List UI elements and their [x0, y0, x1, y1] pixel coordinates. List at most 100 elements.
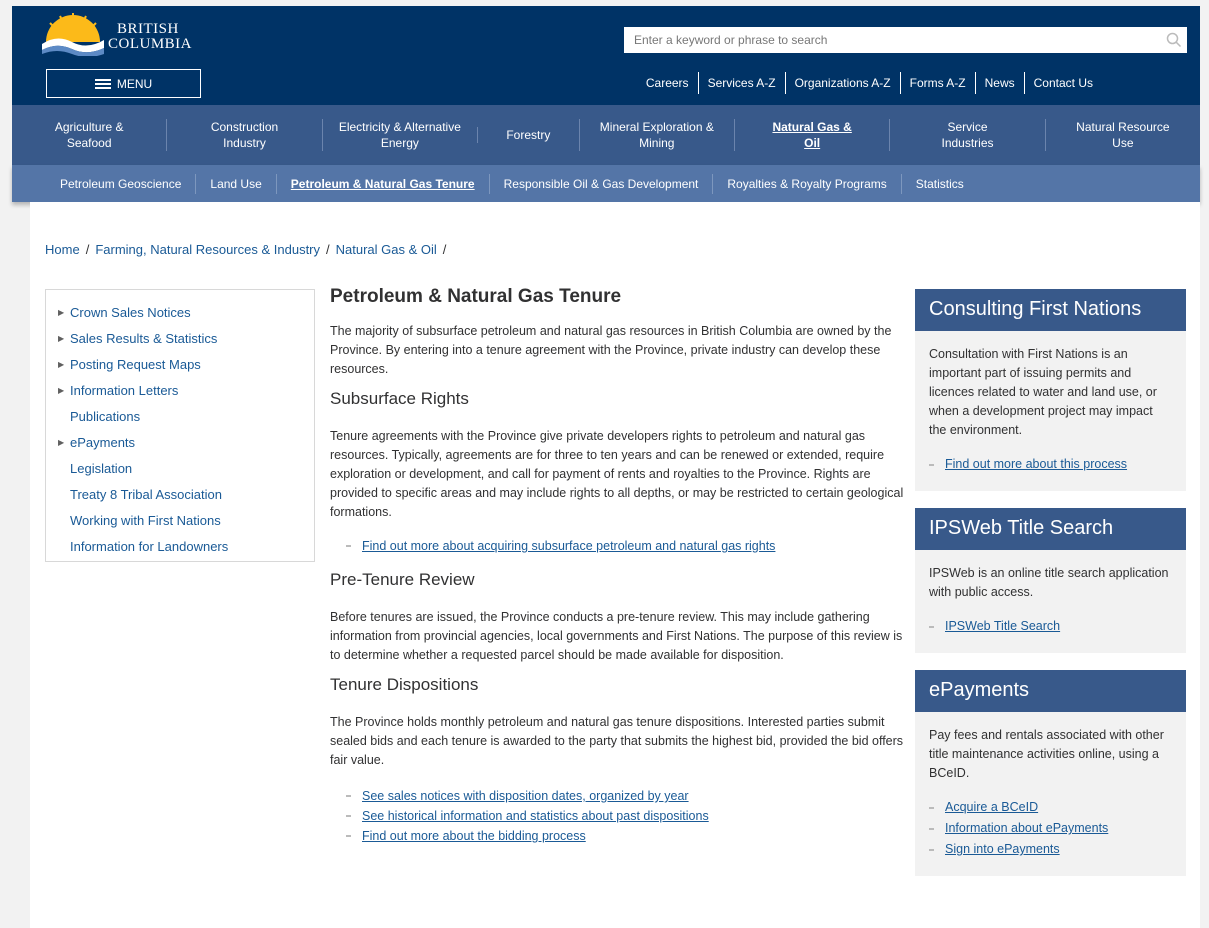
subnav-royalties[interactable]: Royalties & Royalty Programs: [712, 173, 900, 194]
sidenav-item-posting-maps[interactable]: ▶ Posting Request Maps: [58, 352, 314, 378]
sidenav-label: Working with First Nations: [70, 513, 221, 528]
nav-item-mineral[interactable]: Mineral Exploration & Mining: [578, 119, 734, 151]
logo-text: BRITISH COLUMBIA: [108, 22, 192, 52]
secondary-nav: Petroleum Geoscience Land Use Petroleum …: [12, 165, 1200, 202]
nav-item-construction[interactable]: Construction Industry: [166, 119, 321, 151]
link-acquire-bceid[interactable]: Acquire a BCeID: [929, 797, 1172, 818]
nav-item-agriculture[interactable]: Agriculture & Seafood: [12, 119, 166, 151]
top-link-careers[interactable]: Careers: [637, 72, 698, 94]
search-icon[interactable]: [1161, 28, 1187, 52]
link-text: Find out more about this process: [945, 457, 1128, 471]
primary-nav: Agriculture & Seafood Construction Industr…: [12, 105, 1200, 165]
bullet-icon: [346, 835, 351, 837]
link-epayments-info[interactable]: Information about ePayments: [929, 818, 1172, 839]
page-title: Petroleum & Natural Gas Tenure: [330, 286, 622, 307]
triangle-right-icon: ▶: [58, 438, 65, 447]
card-links: Acquire a BCeID Information about ePayme…: [929, 797, 1172, 860]
sidenav-label: Posting Request Maps: [70, 357, 201, 372]
nav-label: Industry: [223, 136, 266, 150]
nav-item-electricity[interactable]: Electricity & Alternative Energy: [321, 119, 477, 151]
card-links: Find out more about this process: [929, 454, 1172, 475]
link-sign-in-epayments[interactable]: Sign into ePayments: [929, 839, 1172, 860]
bullet-icon: [346, 795, 351, 797]
link-consulting-process[interactable]: Find out more about this process: [929, 454, 1172, 475]
breadcrumb-natural-gas[interactable]: Natural Gas & Oil: [336, 242, 437, 257]
top-link-forms[interactable]: Forms A-Z: [899, 72, 975, 94]
nav-label: Construction: [210, 120, 279, 134]
bc-sun-icon: [42, 13, 104, 56]
link-ipsweb[interactable]: IPSWeb Title Search: [929, 616, 1172, 637]
bullet-icon: [346, 545, 351, 547]
card-ipsweb: IPSWeb Title Search IPSWeb is an online …: [915, 508, 1186, 653]
nav-item-natural-gas[interactable]: Natural Gas & Oil: [733, 119, 889, 151]
breadcrumb-home[interactable]: Home: [45, 242, 80, 257]
nav-label: Oil: [804, 136, 821, 150]
breadcrumb: Home / Farming, Natural Resources & Indust…: [45, 242, 452, 257]
nav-label: Service: [947, 120, 988, 134]
triangle-right-icon: ▶: [58, 386, 65, 395]
link-sales-notices[interactable]: See sales notices with disposition dates…: [346, 786, 905, 806]
search-input[interactable]: [624, 28, 1161, 52]
card-epayments: ePayments Pay fees and rentals associate…: [915, 670, 1186, 876]
bullet-icon: [929, 848, 934, 851]
nav-item-natural-resource[interactable]: Natural Resource Use: [1044, 119, 1200, 151]
sidenav-item-treaty-8[interactable]: Treaty 8 Tribal Association: [58, 482, 314, 508]
dispositions-paragraph: The Province holds monthly petroleum and…: [330, 715, 904, 767]
nav-label: Use: [1112, 136, 1134, 150]
dispositions-links: See sales notices with disposition dates…: [346, 786, 905, 846]
subnav-tenure[interactable]: Petroleum & Natural Gas Tenure: [275, 173, 489, 194]
subnav-petroleum-geoscience[interactable]: Petroleum Geoscience: [48, 174, 195, 194]
nav-label: Industries: [941, 136, 994, 150]
hamburger-icon: [94, 78, 111, 89]
nav-label: Electricity & Alternative: [338, 120, 461, 134]
nav-label: Natural Gas &: [772, 120, 852, 134]
bc-logo[interactable]: BRITISH COLUMBIA: [42, 12, 202, 58]
link-text: See historical information and statistic…: [362, 809, 709, 823]
nav-label: Agriculture &: [54, 120, 124, 134]
top-link-news[interactable]: News: [974, 72, 1024, 94]
card-text: Consultation with First Nations is an im…: [929, 347, 1157, 437]
card-body: Consultation with First Nations is an im…: [915, 331, 1186, 491]
card-text: Pay fees and rentals associated with oth…: [929, 728, 1164, 780]
site-header: BRITISH COLUMBIA MENU Careers Services A…: [12, 6, 1200, 105]
link-historical-info[interactable]: See historical information and statistic…: [346, 806, 905, 826]
card-title: ePayments: [915, 670, 1186, 712]
pre-tenure-paragraph: Before tenures are issued, the Province …: [330, 610, 903, 662]
logo-line-2: COLUMBIA: [108, 36, 193, 52]
sidenav-item-legislation[interactable]: Legislation: [58, 456, 314, 482]
sidenav-label: Crown Sales Notices: [70, 305, 191, 320]
subnav-statistics[interactable]: Statistics: [900, 173, 978, 194]
nav-item-forestry[interactable]: Forestry: [477, 127, 579, 143]
sidenav-item-crown-sales[interactable]: ▶ Crown Sales Notices: [58, 300, 314, 326]
bullet-icon: [929, 625, 934, 628]
breadcrumb-separator: /: [85, 242, 90, 257]
sidenav-item-first-nations[interactable]: Working with First Nations: [58, 508, 314, 534]
sidenav-item-sales-results[interactable]: ▶ Sales Results & Statistics: [58, 326, 314, 352]
link-bidding-process[interactable]: Find out more about the bidding process: [346, 826, 905, 846]
top-link-services[interactable]: Services A-Z: [697, 72, 785, 94]
bullet-icon: [929, 827, 934, 830]
sidenav-item-epayments[interactable]: ▶ ePayments: [58, 430, 314, 456]
nav-label: Energy: [380, 136, 419, 150]
sidenav-item-landowners[interactable]: Information for Landowners: [58, 534, 314, 560]
sidenav-item-info-letters[interactable]: ▶ Information Letters: [58, 378, 314, 404]
subnav-responsible-development[interactable]: Responsible Oil & Gas Development: [488, 173, 713, 194]
card-consulting: Consulting First Nations Consultation wi…: [915, 289, 1186, 491]
link-text: Find out more about acquiring subsurface…: [362, 539, 776, 553]
nav-item-service[interactable]: Service Industries: [889, 119, 1044, 151]
breadcrumb-farming[interactable]: Farming, Natural Resources & Industry: [95, 242, 320, 257]
sidenav-item-publications[interactable]: Publications: [58, 404, 314, 430]
link-text: Sign into ePayments: [945, 842, 1060, 856]
link-text: Find out more about the bidding process: [362, 829, 586, 843]
main-content: Petroleum & Natural Gas Tenure The major…: [330, 286, 905, 860]
menu-button[interactable]: MENU: [46, 69, 201, 98]
top-link-organizations[interactable]: Organizations A-Z: [784, 72, 900, 94]
card-text: IPSWeb is an online title search applica…: [929, 566, 1169, 599]
top-link-contact[interactable]: Contact Us: [1023, 72, 1102, 94]
section-heading-dispositions: Tenure Dispositions: [330, 675, 479, 694]
sidenav-label: Publications: [70, 409, 141, 424]
section-heading-subsurface: Subsurface Rights: [330, 389, 469, 408]
link-text: Information about ePayments: [945, 821, 1109, 835]
subnav-land-use[interactable]: Land Use: [195, 173, 275, 194]
link-acquiring-rights[interactable]: Find out more about acquiring subsurface…: [346, 536, 905, 556]
